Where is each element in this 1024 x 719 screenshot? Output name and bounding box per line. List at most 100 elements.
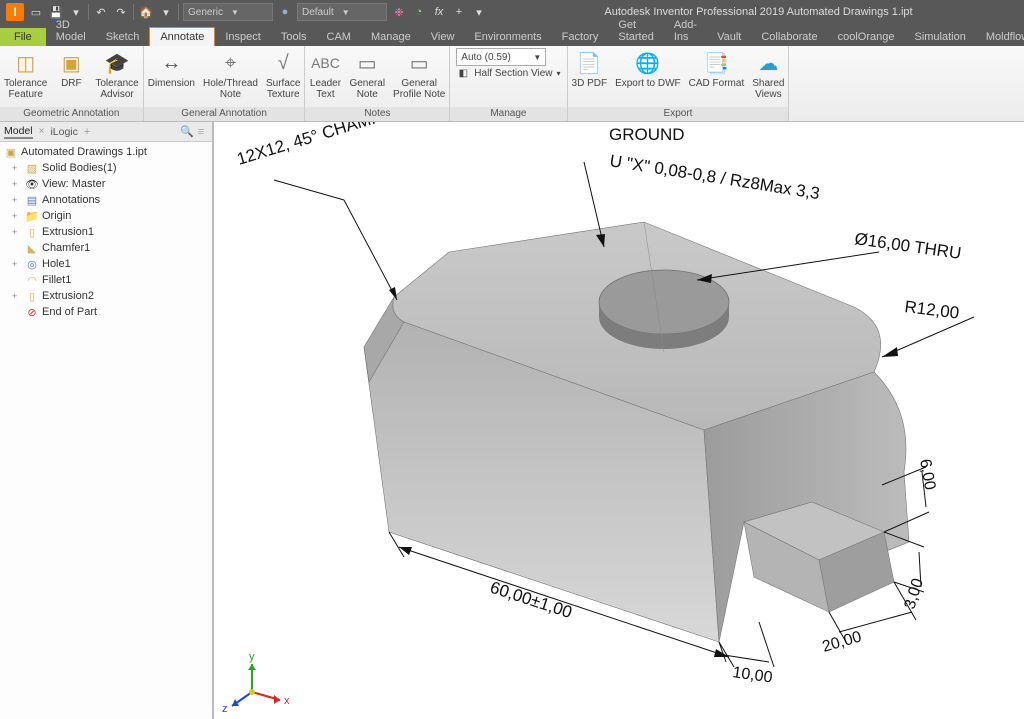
tree-expand-icon[interactable]	[12, 307, 22, 317]
tolerance-feature-button[interactable]: ◫ToleranceFeature	[0, 46, 51, 102]
panel-export: 📄3D PDF 🌐Export to DWF 📑CAD Format ☁Shar…	[568, 46, 790, 121]
tab-simulation[interactable]: Simulation	[904, 28, 975, 46]
tab-collaborate[interactable]: Collaborate	[751, 28, 827, 46]
tree-node[interactable]: ◠Fillet1	[0, 272, 212, 288]
plus-icon[interactable]: +	[451, 4, 467, 20]
tab-annotate[interactable]: Annotate	[149, 27, 215, 46]
search-icon[interactable]: 🔍	[180, 125, 194, 138]
tab-factory[interactable]: Factory	[552, 28, 609, 46]
annotation-radius: R12,00	[882, 297, 974, 357]
tree-root[interactable]: ▣ Automated Drawings 1.ipt	[0, 144, 212, 160]
browser-menu-icon[interactable]: ≡	[194, 126, 208, 138]
ext-icon: ▯	[25, 225, 39, 239]
tab-file[interactable]: File	[0, 28, 46, 46]
tab-moldflow[interactable]: Moldflow	[976, 28, 1024, 46]
panel-geometric-annotation: ◫ToleranceFeature ▣DRF 🎓ToleranceAdvisor…	[0, 46, 144, 121]
tree-expand-icon[interactable]: +	[12, 179, 22, 189]
tab-sketch[interactable]: Sketch	[96, 28, 150, 46]
tab-vault[interactable]: Vault	[707, 28, 751, 46]
browser-tab-ilogic[interactable]: iLogic	[50, 126, 77, 138]
axis-triad: x y z	[222, 651, 290, 715]
tab-view[interactable]: View	[421, 28, 465, 46]
hole-thread-note-button[interactable]: ⌖Hole/ThreadNote	[199, 46, 262, 102]
style-combo-2[interactable]: Default▼	[297, 3, 387, 21]
tree-node-label: Chamfer1	[42, 242, 90, 254]
tab-manage[interactable]: Manage	[361, 28, 421, 46]
view-icon: 👁	[25, 177, 39, 191]
tree-node[interactable]: +📁Origin	[0, 208, 212, 224]
redo-icon[interactable]: ↷	[113, 4, 129, 20]
svg-text:3,00: 3,00	[902, 576, 927, 611]
ann-icon: ▤	[25, 193, 39, 207]
fx-icon[interactable]: fx	[431, 4, 447, 20]
browser-tab-add-icon[interactable]: +	[84, 126, 90, 138]
scale-combo[interactable]: Auto (0.59)▼	[456, 48, 546, 66]
dimension-button[interactable]: ↔Dimension	[144, 46, 199, 91]
tab-add-ins[interactable]: Add-Ins	[664, 16, 707, 46]
tree-node[interactable]: +👁View: Master	[0, 176, 212, 192]
tab-tools[interactable]: Tools	[271, 28, 317, 46]
tree-node-label: Hole1	[42, 258, 71, 270]
cad-format-icon: 📑	[701, 48, 731, 78]
tree-node[interactable]: +▤Annotations	[0, 192, 212, 208]
panel-manage: Auto (0.59)▼ ◧ Half Section View ▾ Manag…	[450, 46, 567, 121]
tree-node[interactable]: +▯Extrusion1	[0, 224, 212, 240]
3d-pdf-button[interactable]: 📄3D PDF	[568, 46, 612, 91]
svg-text:R12,00: R12,00	[904, 297, 961, 323]
measure-icon[interactable]: ◔	[411, 4, 427, 20]
drf-button[interactable]: ▣DRF	[51, 46, 91, 91]
tree-expand-icon[interactable]: +	[12, 211, 22, 221]
surface-texture-icon: √	[268, 48, 298, 78]
cad-format-button[interactable]: 📑CAD Format	[685, 46, 749, 91]
open-icon[interactable]: ▭	[28, 4, 44, 20]
tree-node-label: Solid Bodies(1)	[42, 162, 117, 174]
app-icon[interactable]: I	[6, 3, 24, 21]
panel-label: Geometric Annotation	[0, 107, 143, 121]
tree-node[interactable]: ⊘End of Part	[0, 304, 212, 320]
tab-coolorange[interactable]: coolOrange	[828, 28, 905, 46]
general-note-button[interactable]: ▭GeneralNote	[345, 46, 389, 102]
material-icon[interactable]: ●	[277, 4, 293, 20]
tree-node[interactable]: +▯Extrusion2	[0, 288, 212, 304]
leader-text-icon: ABC	[310, 48, 340, 78]
leader-text-button[interactable]: ABCLeaderText	[305, 46, 345, 102]
tab-3d-model[interactable]: 3D Model	[46, 16, 96, 46]
tab-get-started[interactable]: Get Started	[608, 16, 663, 46]
surface-texture-button[interactable]: √SurfaceTexture	[262, 46, 304, 102]
tree-expand-icon[interactable]: +	[12, 259, 22, 269]
tree-expand-icon[interactable]: +	[12, 163, 22, 173]
style-combo-1[interactable]: Generic▼	[183, 3, 273, 21]
tree-expand-icon[interactable]: +	[12, 195, 22, 205]
general-profile-note-button[interactable]: ▭GeneralProfile Note	[389, 46, 449, 102]
browser-tab-close-icon[interactable]: ×	[39, 126, 45, 137]
tree-node-label: Origin	[42, 210, 71, 222]
browser-tab-model[interactable]: Model	[4, 125, 33, 139]
tree-node[interactable]: +▧Solid Bodies(1)	[0, 160, 212, 176]
combo-value: Generic	[188, 7, 223, 18]
qat-more-icon[interactable]: ▾	[471, 4, 487, 20]
tree-node-label: Annotations	[42, 194, 100, 206]
tree-node[interactable]: ◣Chamfer1	[0, 240, 212, 256]
tree-expand-icon[interactable]: +	[12, 291, 22, 301]
panel-general-annotation: ↔Dimension ⌖Hole/ThreadNote √SurfaceText…	[144, 46, 306, 121]
model-canvas[interactable]: 12X12, 45° CHAMFER GROUND U "X" 0,08-0,8…	[214, 122, 1024, 719]
home-icon[interactable]: 🏠	[138, 4, 154, 20]
browser-tree: ▣ Automated Drawings 1.ipt +▧Solid Bodie…	[0, 142, 212, 322]
dropdown-icon[interactable]: ▾	[158, 4, 174, 20]
tolerance-advisor-button[interactable]: 🎓ToleranceAdvisor	[91, 46, 142, 102]
tree-node[interactable]: +◎Hole1	[0, 256, 212, 272]
tab-inspect[interactable]: Inspect	[215, 28, 270, 46]
tree-expand-icon[interactable]	[12, 275, 22, 285]
tree-expand-icon[interactable]: +	[12, 227, 22, 237]
combo-value: Default	[302, 7, 334, 18]
tab-environments[interactable]: Environments	[464, 28, 551, 46]
half-section-view-button[interactable]: ◧ Half Section View ▾	[456, 68, 560, 79]
fil-icon: ◠	[25, 273, 39, 287]
tab-cam[interactable]: CAM	[317, 28, 361, 46]
svg-text:Ø16,00 THRU: Ø16,00 THRU	[853, 229, 962, 263]
tree-expand-icon[interactable]	[12, 243, 22, 253]
export-dwf-button[interactable]: 🌐Export to DWF	[611, 46, 685, 91]
appearance-icon[interactable]: ❉	[391, 4, 407, 20]
cham-icon: ◣	[25, 241, 39, 255]
shared-views-button[interactable]: ☁SharedViews	[748, 46, 788, 102]
